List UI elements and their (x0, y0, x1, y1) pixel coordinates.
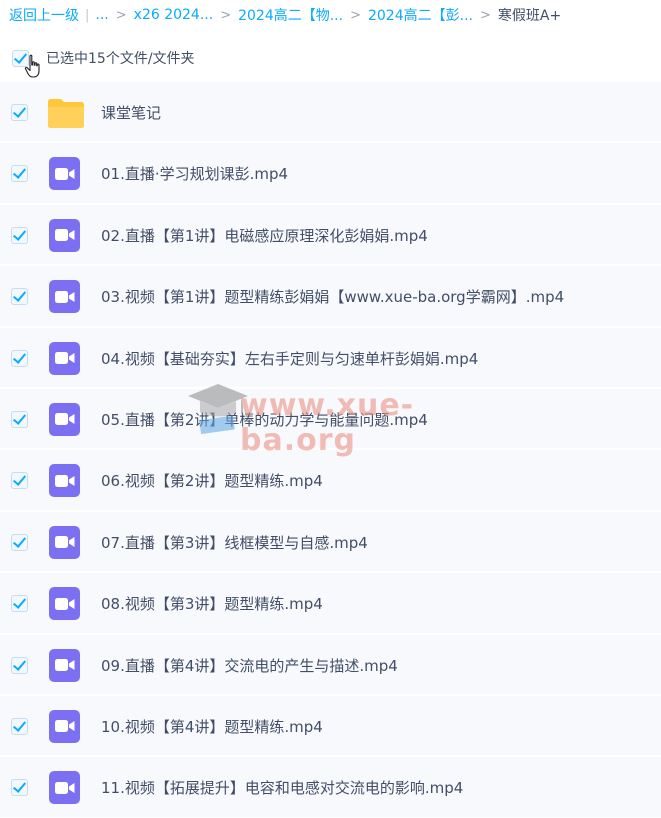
file-name: 01.直播·学习规划课彭.mp4 (101, 165, 289, 184)
file-name: 08.视频【第3讲】题型精练.mp4 (101, 595, 323, 614)
file-checkbox[interactable] (11, 472, 28, 490)
file-list: 课堂笔记 01.直播·学习规划课彭.mp4 02.直播【第1讲】电磁感应原理深化彭娟… (0, 82, 661, 818)
file-checkbox[interactable] (11, 656, 28, 674)
file-name: 06.视频【第2讲】题型精练.mp4 (101, 472, 323, 491)
file-row[interactable]: 课堂笔记 (0, 82, 661, 144)
breadcrumb-separator: > (479, 7, 491, 23)
folder-icon (47, 97, 85, 129)
selection-count-label: 已选中15个文件/文件夹 (46, 51, 195, 67)
file-row[interactable]: 11.视频【拓展提升】电容和电感对交流电的影响.mp4 (0, 757, 661, 818)
video-file-icon (49, 341, 80, 375)
file-checkbox[interactable] (11, 717, 28, 735)
file-row[interactable]: 05.直播【第2讲】单棒的动力学与能量问题.mp4 (0, 388, 661, 451)
file-row[interactable]: 08.视频【第3讲】题型精练.mp4 (0, 573, 661, 635)
video-file-icon (49, 464, 80, 498)
file-checkbox[interactable] (11, 104, 28, 121)
breadcrumb-item-2[interactable]: 2024高二【物... (238, 5, 343, 25)
breadcrumb-item-3[interactable]: 2024高二【彭... (368, 5, 473, 25)
breadcrumb-separator: > (350, 7, 361, 23)
file-row[interactable]: 04.视频【基础夯实】左右手定则与匀速单杆彭娟娟.mp4 (0, 327, 661, 389)
file-row[interactable]: 07.直播【第3讲】线框模型与自感.mp4 (0, 511, 661, 574)
video-file-icon (49, 157, 80, 191)
file-checkbox[interactable] (11, 533, 28, 551)
selection-bar: 已选中15个文件/文件夹 (0, 40, 661, 78)
breadcrumb: 返回上一级 | ... > x26 2024... > 2024高二【物... … (0, 0, 661, 30)
video-file-icon (49, 525, 80, 559)
video-file-icon (49, 648, 80, 682)
video-file-icon (49, 280, 80, 314)
breadcrumb-current: 寒假班A+ (497, 8, 562, 24)
back-link[interactable]: 返回上一级 (9, 5, 79, 25)
file-checkbox[interactable] (11, 410, 28, 428)
file-name: 03.视频【第1讲】题型精练彭娟娟【www.xue-ba.org学霸网】.mp4 (101, 288, 565, 307)
file-name: 04.视频【基础夯实】左右手定则与匀速单杆彭娟娟.mp4 (101, 349, 479, 368)
breadcrumb-separator: > (220, 7, 232, 23)
file-name: 07.直播【第3讲】线框模型与自感.mp4 (101, 533, 368, 552)
video-file-icon (49, 709, 80, 743)
file-name: 10.视频【第4讲】题型精练.mp4 (101, 717, 323, 736)
breadcrumb-item-1[interactable]: x26 2024... (134, 7, 214, 23)
file-checkbox[interactable] (11, 595, 28, 613)
file-row[interactable]: 01.直播·学习规划课彭.mp4 (0, 143, 661, 205)
file-name: 课堂笔记 (101, 104, 162, 122)
file-row[interactable]: 03.视频【第1讲】题型精练彭娟娟【www.xue-ba.org学霸网】.mp4 (0, 266, 661, 328)
video-file-icon (49, 218, 80, 252)
file-checkbox[interactable] (11, 288, 28, 306)
breadcrumb-divider: | (85, 7, 90, 23)
video-file-icon (49, 771, 80, 805)
file-checkbox[interactable] (11, 349, 28, 367)
file-row[interactable]: 06.视频【第2讲】题型精练.mp4 (0, 450, 661, 512)
breadcrumb-separator: > (115, 7, 127, 23)
file-row[interactable]: 09.直播【第4讲】交流电的产生与描述.mp4 (0, 634, 661, 696)
video-file-icon (49, 587, 80, 621)
file-name: 02.直播【第1讲】电磁感应原理深化彭娟娟.mp4 (101, 226, 428, 245)
file-checkbox[interactable] (11, 165, 28, 183)
select-all-checkbox[interactable] (12, 50, 29, 67)
file-name: 05.直播【第2讲】单棒的动力学与能量问题.mp4 (101, 410, 428, 429)
file-name: 09.直播【第4讲】交流电的产生与描述.mp4 (101, 656, 398, 675)
breadcrumb-ellipsis[interactable]: ... (95, 7, 108, 23)
video-file-icon (49, 402, 80, 436)
file-checkbox[interactable] (11, 226, 28, 244)
file-checkbox[interactable] (11, 779, 28, 797)
file-row[interactable]: 02.直播【第1讲】电磁感应原理深化彭娟娟.mp4 (0, 204, 661, 267)
file-row[interactable]: 10.视频【第4讲】题型精练.mp4 (0, 695, 661, 758)
file-name: 11.视频【拓展提升】电容和电感对交流电的影响.mp4 (101, 779, 464, 798)
